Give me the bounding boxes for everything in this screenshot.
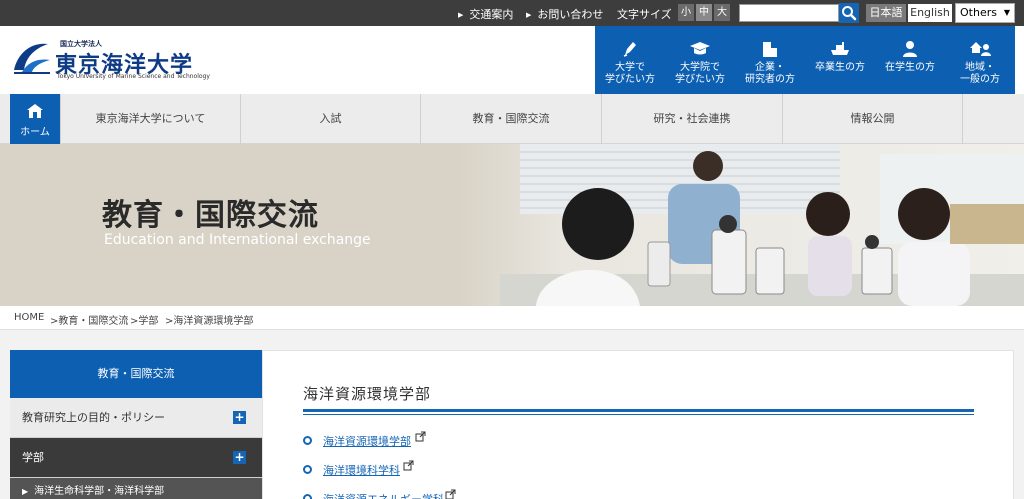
nav-item-research[interactable]: 研究・社会連携: [601, 94, 782, 144]
audience-line2: 学びたい方: [675, 74, 725, 85]
font-size-small-button[interactable]: 小: [678, 4, 694, 21]
contact-link[interactable]: ▶ お問い合わせ: [526, 6, 603, 22]
contact-label: お問い合わせ: [537, 8, 604, 21]
access-label: 交通案内: [469, 8, 514, 21]
audience-line1: 地域・: [965, 62, 995, 73]
person-icon: [903, 41, 917, 57]
audience-line2: 学びたい方: [605, 74, 655, 85]
external-link-icon: [403, 460, 414, 471]
triangle-icon: ▶: [526, 11, 532, 19]
font-size-large-button[interactable]: 大: [714, 4, 730, 21]
link-energy[interactable]: 海洋資源エネルギー学科: [323, 491, 444, 499]
audience-nav: 大学で 学びたい方 大学院で 学びたい方 企業・ 研究者の方 卒業生の方 在学生…: [595, 26, 1015, 94]
community-icon: [970, 42, 991, 56]
circle-bullet-icon: [303, 494, 312, 499]
nav-item-admissions[interactable]: 入試: [240, 94, 420, 144]
audience-graduate[interactable]: 大学院で 学びたい方: [665, 26, 735, 94]
utility-bar: ▶ 交通案内 ▶ お問い合わせ 文字サイズ 小 中 大 日本語 English Ot…: [0, 0, 1024, 26]
plus-icon[interactable]: +: [233, 411, 246, 424]
external-link-icon: [415, 431, 426, 442]
breadcrumb-current: >海洋資源環境学部: [165, 316, 254, 327]
audience-line2: 一般の方: [960, 74, 1000, 85]
page-title: 海洋資源環境学部: [303, 385, 432, 403]
audience-alumni[interactable]: 卒業生の方: [805, 26, 875, 94]
circle-bullet-icon: [303, 465, 312, 474]
external-link-icon: [445, 489, 456, 499]
building-icon: [763, 42, 777, 57]
search-input[interactable]: [739, 4, 839, 22]
sidebar-item-policy[interactable]: 教育研究上の目的・ポリシー +: [10, 398, 262, 438]
home-icon: [27, 104, 43, 118]
sidebar-item-label: 学部: [22, 451, 44, 464]
hero-banner: 教育・国際交流 Education and International exch…: [0, 144, 1024, 306]
audience-line1: 卒業生の方: [815, 62, 865, 73]
link-faculty[interactable]: 海洋資源環境学部: [323, 433, 411, 449]
lang-japanese-button[interactable]: 日本語: [866, 4, 906, 22]
search-icon: [842, 6, 857, 21]
pen-icon: [623, 42, 636, 57]
university-logo-icon[interactable]: [12, 40, 52, 76]
font-size-label: 文字サイズ: [617, 8, 672, 21]
audience-community[interactable]: 地域・ 一般の方: [945, 26, 1015, 94]
main-content: 海洋資源環境学部 海洋資源環境学部 海洋環境科学科 海洋資源エネルギー学科: [262, 350, 1014, 499]
audience-business[interactable]: 企業・ 研究者の方: [735, 26, 805, 94]
audience-line1: 大学で: [615, 62, 645, 73]
breadcrumb-education[interactable]: >教育・国際交流: [50, 312, 128, 327]
hero-subtitle: Education and International exchange: [104, 232, 371, 248]
audience-student[interactable]: 在学生の方: [875, 26, 945, 94]
nav-item-education[interactable]: 教育・国際交流: [420, 94, 601, 144]
breadcrumb-home[interactable]: HOME: [14, 312, 44, 323]
others-label: Others: [960, 6, 997, 19]
sidebar-subitem-marine-life[interactable]: ▶ 海洋生命科学部・海洋科学部: [10, 478, 262, 499]
sidebar-item-faculty[interactable]: 学部 +: [10, 438, 262, 478]
others-select[interactable]: Others ▼: [955, 3, 1015, 23]
circle-bullet-icon: [303, 436, 312, 445]
audience-line2: 研究者の方: [745, 74, 795, 85]
breadcrumb: HOME >教育・国際交流 >学部 >海洋資源環境学部: [0, 306, 1024, 330]
nav-item-about[interactable]: 東京海洋大学について: [60, 94, 240, 144]
hero-title: 教育・国際交流: [102, 198, 319, 233]
search-button[interactable]: [839, 3, 859, 23]
audience-line1: 在学生の方: [885, 62, 935, 73]
site-header: 国立大学法人 東京海洋大学 Tokyo University of Marine…: [0, 26, 1024, 94]
breadcrumb-faculty[interactable]: >学部: [130, 312, 158, 327]
lang-english-button[interactable]: English: [908, 4, 952, 22]
logo-english-name: Tokyo University of Marine Science and T…: [57, 73, 210, 80]
chevron-down-icon: ▼: [1003, 8, 1010, 17]
font-size-medium-button[interactable]: 中: [696, 4, 712, 21]
link-environment[interactable]: 海洋環境科学科: [323, 462, 400, 478]
audience-line1: 大学院で: [680, 62, 720, 73]
nav-home[interactable]: ホーム: [10, 94, 60, 144]
title-divider-thin: [303, 414, 974, 415]
audience-line1: 企業・: [755, 62, 785, 73]
sidebar-subitem-label: 海洋生命科学部・海洋科学部: [34, 486, 165, 497]
sidebar: 教育・国際交流 教育研究上の目的・ポリシー + 学部 + ▶ 海洋生命科学部・海洋…: [10, 350, 262, 499]
title-divider: [303, 409, 974, 412]
audience-undergrad[interactable]: 大学で 学びたい方: [595, 26, 665, 94]
access-link[interactable]: ▶ 交通案内: [458, 6, 513, 22]
global-nav: ホーム 東京海洋大学について 入試 教育・国際交流 研究・社会連携 情報公開: [0, 94, 1024, 144]
nav-home-label: ホーム: [20, 127, 50, 138]
mortarboard-icon: [690, 42, 710, 55]
triangle-icon: ▶: [458, 11, 464, 19]
ship-icon: [831, 42, 849, 55]
sidebar-item-label: 教育研究上の目的・ポリシー: [22, 411, 165, 424]
nav-item-disclosure[interactable]: 情報公開: [782, 94, 963, 144]
triangle-icon: ▶: [22, 487, 29, 496]
plus-icon[interactable]: +: [233, 451, 246, 464]
sidebar-heading[interactable]: 教育・国際交流: [10, 350, 262, 398]
